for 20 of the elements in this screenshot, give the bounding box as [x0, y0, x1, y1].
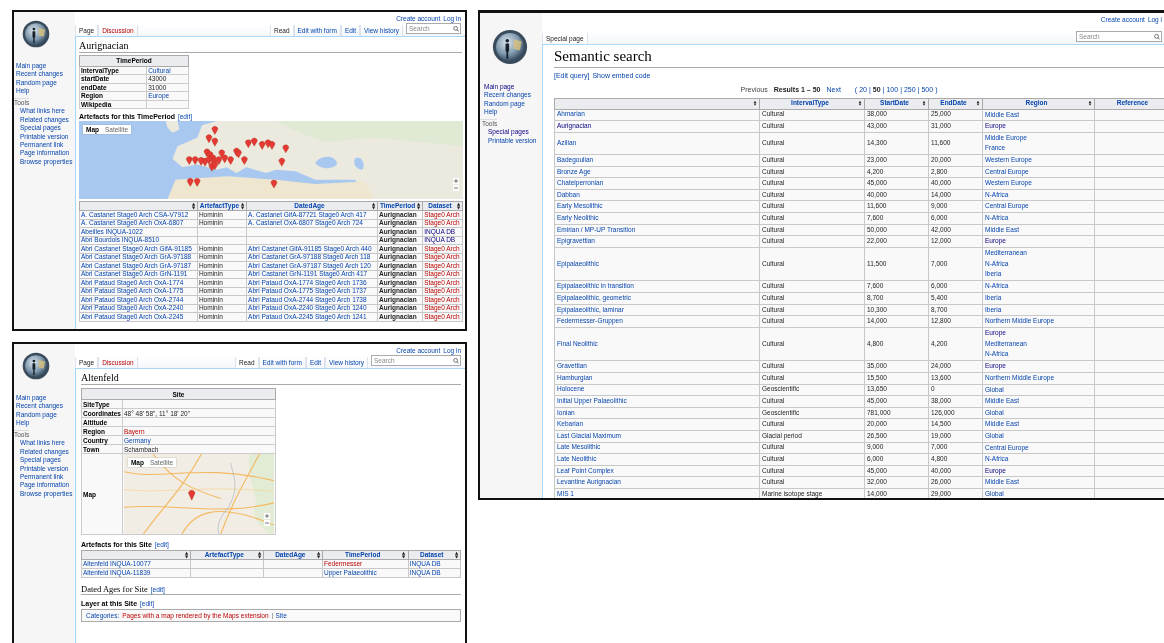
sort-icon[interactable]	[976, 100, 980, 107]
search-icon[interactable]	[452, 357, 459, 364]
map-drawing[interactable]	[79, 121, 463, 199]
sort-icon[interactable]	[922, 100, 926, 107]
logo-icon[interactable]	[22, 352, 50, 380]
page-title: Altenfeld	[81, 371, 461, 385]
page-title: Semantic search	[554, 47, 1164, 68]
search-icon[interactable]	[1153, 33, 1160, 40]
sort-icon[interactable]	[858, 100, 862, 107]
search-icon[interactable]	[452, 25, 459, 32]
zoom-in-icon[interactable]	[453, 178, 459, 184]
logo-icon[interactable]	[492, 29, 528, 65]
page-title: Aurignacian	[79, 39, 462, 53]
logo-icon[interactable]	[22, 20, 50, 48]
section-heading: Dated Ages for Site	[81, 584, 148, 595]
sort-icon[interactable]	[753, 100, 757, 107]
sort-icon[interactable]	[1088, 100, 1092, 107]
sort-icon[interactable]	[455, 202, 461, 211]
sort-icon[interactable]	[453, 551, 459, 560]
zoom-in-icon[interactable]	[263, 513, 270, 519]
